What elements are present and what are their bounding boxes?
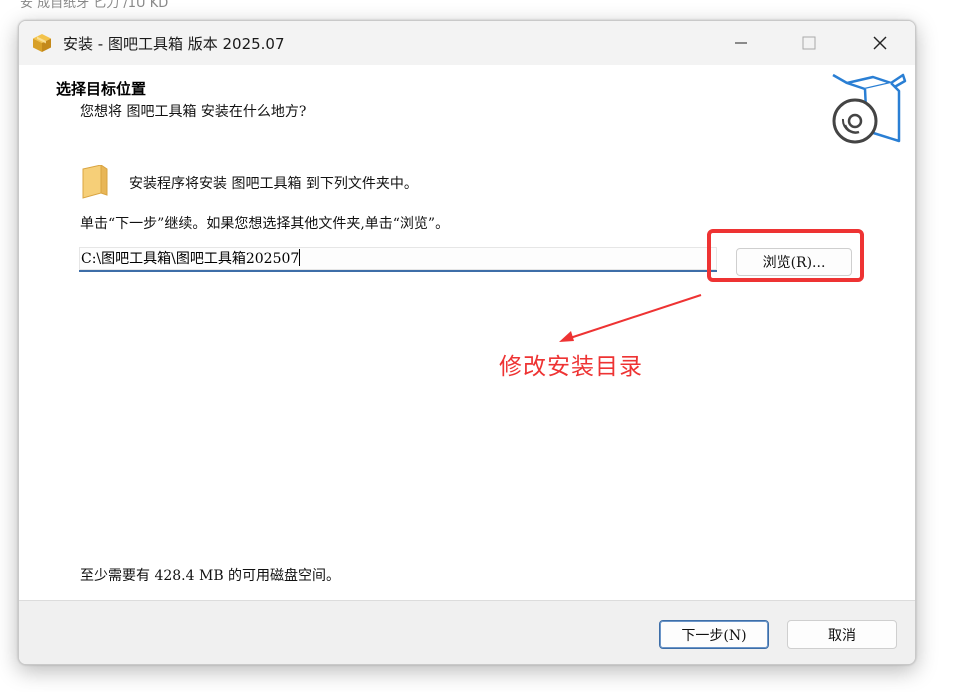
install-path-value: C:\图吧工具箱\图吧工具箱202507 — [81, 251, 300, 267]
wizard-footer: 下一步(N) 取消 — [19, 600, 915, 664]
install-path-input[interactable]: C:\图吧工具箱\图吧工具箱202507 — [79, 247, 717, 272]
next-button[interactable]: 下一步(N) — [659, 620, 769, 649]
annotation-highlight-box — [707, 229, 864, 282]
instruction-message: 单击“下一步”继续。如果您想选择其他文件夹,单击“浏览”。 — [80, 216, 450, 232]
window-title: 安装 - 图吧工具箱 版本 2025.07 — [63, 35, 285, 53]
maximize-button[interactable] — [774, 21, 844, 65]
title-bar[interactable]: 安装 - 图吧工具箱 版本 2025.07 — [19, 21, 915, 65]
package-icon — [33, 34, 51, 52]
text-caret — [299, 249, 301, 266]
disk-space-message: 至少需要有 428.4 MB 的可用磁盘空间。 — [80, 568, 341, 584]
annotation-arrow-icon — [559, 294, 702, 342]
folder-icon — [82, 165, 108, 199]
wizard-content: 安装程序将安装 图吧工具箱 到下列文件夹中。 单击“下一步”继续。如果您想选择其… — [19, 165, 915, 600]
close-button[interactable] — [845, 21, 915, 65]
wizard-header: 选择目标位置 您想将 图吧工具箱 安装在什么地方? — [19, 65, 915, 165]
cancel-button[interactable]: 取消 — [787, 620, 897, 649]
annotation-text: 修改安装目录 — [499, 354, 643, 380]
close-icon — [873, 36, 887, 50]
background-window-fragment: 安 成自纸牙 匕力 /1U KD — [20, 0, 169, 11]
minimize-icon — [735, 42, 747, 44]
install-target-message: 安装程序将安装 图吧工具箱 到下列文件夹中。 — [129, 176, 418, 192]
page-title: 选择目标位置 — [56, 80, 147, 98]
minimize-button[interactable] — [706, 21, 776, 65]
setup-box-cd-icon — [832, 73, 907, 144]
page-subtitle: 您想将 图吧工具箱 安装在什么地方? — [80, 104, 307, 120]
maximize-icon — [802, 36, 816, 50]
installer-window: 安装 - 图吧工具箱 版本 2025.07 选择目标位置 您想将 图吧工具箱 安… — [18, 20, 916, 665]
